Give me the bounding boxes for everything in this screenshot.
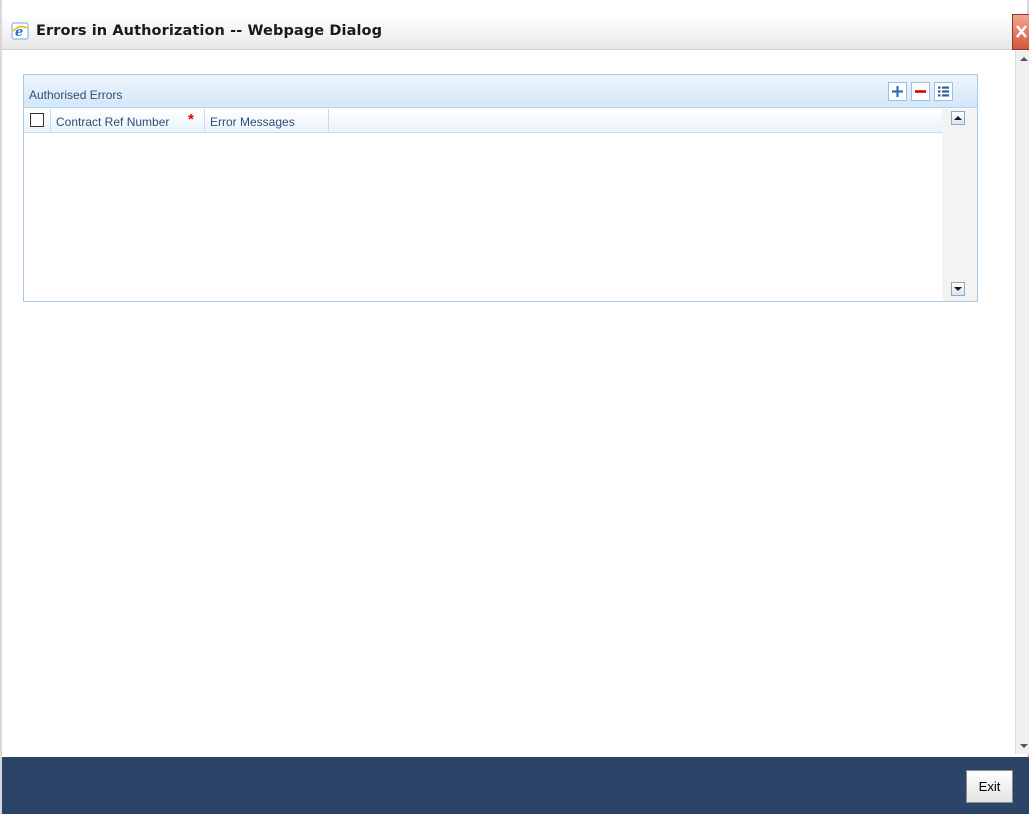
plus-icon [892, 86, 903, 97]
scroll-down-icon[interactable] [1018, 740, 1029, 752]
page-scrollbar[interactable] [1015, 51, 1029, 754]
window-title: Errors in Authorization -- Webpage Dialo… [36, 23, 383, 39]
scroll-up-icon [954, 116, 962, 120]
panel-title: Authorised Errors [29, 88, 123, 102]
list-icon [938, 86, 949, 97]
column-separator [50, 109, 51, 133]
add-row-button[interactable] [888, 82, 907, 101]
column-header-contract-ref-number[interactable]: Contract Ref Number [56, 115, 169, 129]
panel-header: Authorised Errors [24, 75, 977, 108]
dialog-window: e Errors in Authorization -- Webpage Dia… [0, 0, 1029, 814]
select-all-checkbox[interactable] [30, 113, 44, 127]
grid-scrollbar[interactable] [942, 109, 977, 301]
authorised-errors-panel: Authorised Errors Contract Ref Number * … [23, 74, 978, 302]
close-icon [1016, 25, 1027, 38]
close-button[interactable] [1012, 14, 1029, 50]
view-row-button[interactable] [934, 82, 953, 101]
exit-button[interactable]: Exit [966, 770, 1013, 803]
column-separator [204, 109, 205, 133]
column-header-error-messages[interactable]: Error Messages [210, 115, 295, 129]
column-separator [328, 109, 329, 133]
grid-header-row: Contract Ref Number * Error Messages [24, 109, 942, 133]
grid-scroll-down-button[interactable] [951, 282, 965, 296]
scroll-down-icon [954, 287, 962, 291]
ie-icon: e [11, 22, 29, 40]
required-marker: * [188, 111, 194, 128]
grid-scroll-up-button[interactable] [951, 111, 965, 125]
delete-row-button[interactable] [911, 82, 930, 101]
scroll-up-icon[interactable] [1018, 53, 1029, 65]
minus-icon [915, 90, 926, 93]
footer-bar [2, 757, 1029, 814]
